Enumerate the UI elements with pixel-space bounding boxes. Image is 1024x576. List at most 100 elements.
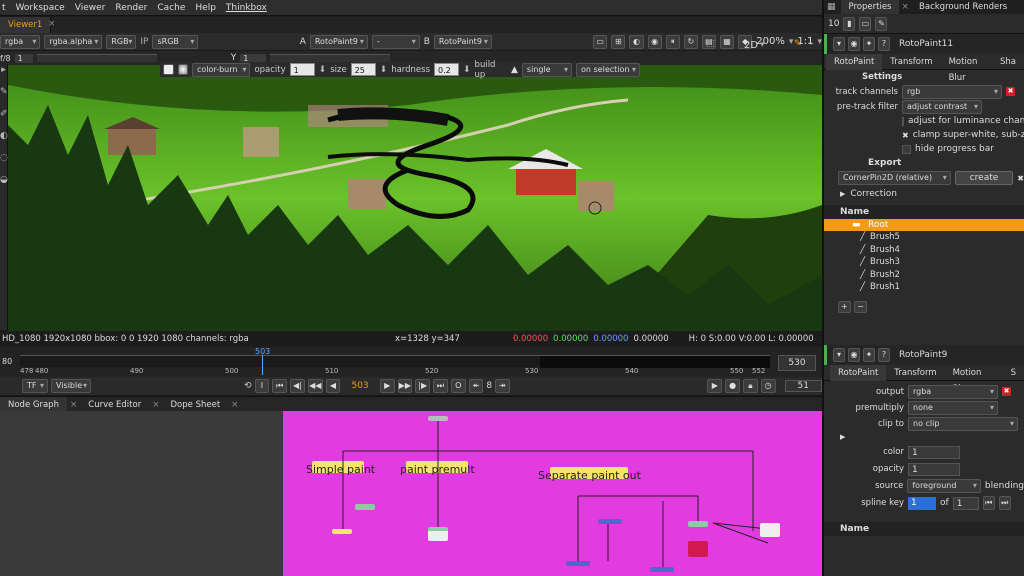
collapse-icon[interactable]: ▾ [833,37,845,51]
node1-name[interactable]: RotoPaint11 [899,39,953,49]
step-back-icon[interactable]: ◀◀ [307,379,323,393]
wand-icon[interactable]: ⌁ [808,39,813,49]
node-roto-premult[interactable] [428,527,448,541]
create-button[interactable]: create [954,171,1014,185]
tree-item-brush3[interactable]: ╱ Brush3 [824,256,1024,269]
input-b-dropdown[interactable]: RotoPaint9 [433,34,492,49]
premultiply-dropdown[interactable]: none [908,400,998,415]
timeline-track[interactable] [20,355,770,368]
selection-dropdown[interactable]: on selection [576,62,640,77]
step-forward-icon[interactable]: ▶▶ [397,379,413,393]
opacity-field[interactable]: 1 [908,462,960,476]
expand-arrow-icon[interactable]: ▶ [840,190,845,198]
next-key-icon[interactable]: |▶ [415,379,431,393]
help-icon[interactable]: ? [878,37,890,51]
tree-item-brush4[interactable]: ╱ Brush4 [824,244,1024,257]
hardness-field[interactable]: 0.2 [434,63,459,76]
panel-menu-icon[interactable]: ▦ [824,2,839,12]
dodge-tool-icon[interactable]: ◒ [0,175,8,197]
prev-key-icon[interactable]: ⏮ [982,496,995,510]
tab-rotopaint[interactable]: RotoPaint [826,54,883,70]
display-channel-dropdown[interactable]: RGB [106,34,137,49]
tab-rotopaint[interactable]: RotoPaint [830,364,887,381]
track-channels-dropdown[interactable]: rgb [902,84,1002,99]
last-frame-icon[interactable]: ⏭ [433,379,448,393]
next-key-icon[interactable]: ⏭ [998,496,1011,510]
viewer-toggle-icon[interactable]: ◉ [848,37,860,51]
pretrack-dropdown[interactable]: adjust contrast [902,99,982,114]
add-icon[interactable]: + [838,301,851,313]
play-icon[interactable]: ▶ [379,379,395,393]
node-shuffle-2[interactable] [566,561,590,566]
crosshair-icon[interactable]: ⬚ [706,39,715,49]
tab-shape[interactable]: Sha [992,54,1024,70]
proxy-icon[interactable]: ▭ [593,34,608,49]
close-icon[interactable]: × [901,2,909,12]
first-frame-icon[interactable]: ⏮ [272,379,288,393]
size-field[interactable]: 25 [350,63,376,76]
colorspace-dropdown[interactable]: sRGB [152,34,199,49]
node2-tree-header[interactable]: Name [824,521,1024,536]
alpha-channel-dropdown[interactable]: rgba.alpha [44,34,103,49]
tf-dropdown[interactable]: TF [22,379,48,393]
color-swatch-icon[interactable] [163,64,174,75]
brush-tool-icon[interactable]: ✎ [794,39,802,49]
tab-transform[interactable]: Transform [886,365,944,381]
tree-root[interactable]: ▬ Root [824,219,1024,231]
output-remove-icon[interactable]: ✖ [1002,387,1011,396]
fstop-label[interactable]: f/8 [0,54,11,63]
node-roto-simple[interactable] [355,504,375,510]
adjust-lum-checkbox[interactable] [902,116,904,126]
remove-shape-icon[interactable]: − [854,301,867,313]
color-field[interactable]: 1 [908,445,960,459]
bezier-tool-icon[interactable]: ✎ [0,87,8,109]
close-icon[interactable]: × [48,19,56,29]
node-count[interactable]: 10 [828,19,839,29]
pause-icon[interactable]: ⏸ [665,34,680,49]
tab-transform[interactable]: Transform [882,54,940,70]
tab-background-renders[interactable]: Background Renders [911,0,1015,14]
edit-icon[interactable]: ✎ [875,16,888,31]
close-icon[interactable]: × [70,400,78,410]
paint-tool-icon[interactable]: ✐ [0,109,8,131]
end-frame-field[interactable]: 530 [778,355,816,371]
spline-key-field[interactable]: 1 [908,496,936,510]
view-mode-value[interactable]: 2D [744,40,758,51]
current-frame-field[interactable]: 503 [343,381,376,391]
export-remove-icon[interactable]: ✖ [1017,174,1024,183]
node-icon[interactable]: ✦ [863,37,875,51]
node-paint-red[interactable] [688,541,708,557]
clock-icon[interactable]: ◷ [760,379,776,393]
hide-progress-checkbox[interactable] [902,144,911,154]
float-icon[interactable]: ▭ [859,16,872,31]
out-point-icon[interactable]: O [450,379,466,393]
tree-item-brush2[interactable]: ╱ Brush2 [824,269,1024,282]
tab-properties[interactable]: Properties [840,0,900,14]
roi-icon[interactable]: ⊞ [611,34,626,49]
select-tool-icon[interactable]: ▸ [0,65,7,87]
ip-toggle[interactable]: IP [140,37,148,47]
menu-item[interactable]: t [2,0,6,16]
node2-name[interactable]: RotoPaint9 [899,350,947,360]
tree-header[interactable]: Name [824,205,1024,219]
timeline[interactable]: 80 503 478 480 490 500 510 520 530 540 5… [0,347,822,377]
tab-viewer1[interactable]: Viewer1 [0,17,52,33]
play-back-icon[interactable]: ◀ [325,379,341,393]
color-wheel-icon[interactable] [177,64,188,75]
clamp-checkbox[interactable]: ✖ [902,131,909,140]
fps-field[interactable]: 51 [784,380,822,392]
channels-dropdown[interactable]: rgba [0,34,41,49]
input-a-dropdown[interactable]: RotoPaint9 [309,34,368,49]
lut-icon[interactable]: ◐ [629,34,644,49]
view-chevron-icon[interactable]: ▾ [760,40,765,50]
node-shuffle-1[interactable] [598,519,622,524]
opacity-field[interactable]: 1 [289,63,315,76]
in-point-icon[interactable]: I [254,379,270,393]
close-icon[interactable]: × [152,400,160,410]
step-icon[interactable]: ↞ [468,379,484,393]
step-forward-jump-icon[interactable]: ↠ [495,379,510,393]
viewer-canvas[interactable] [8,65,822,331]
menu-workspace[interactable]: Workspace [16,0,65,16]
gain-slider[interactable] [36,54,157,62]
lock-node-icon[interactable]: ▮ [843,16,856,31]
